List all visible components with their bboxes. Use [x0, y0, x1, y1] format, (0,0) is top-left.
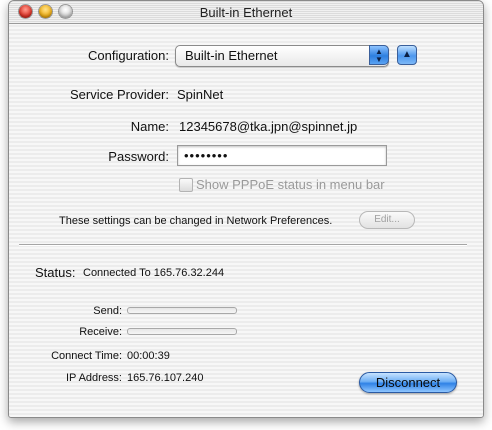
- collapse-triangle-button[interactable]: ▲: [397, 45, 417, 65]
- ppp-window: Built-in Ethernet Configuration: Built-i…: [8, 0, 484, 418]
- status-label: Status:: [35, 265, 76, 280]
- separator: [19, 244, 467, 246]
- password-label: Password:: [108, 149, 169, 164]
- password-field[interactable]: ••••••••: [177, 145, 387, 166]
- disconnect-button[interactable]: Disconnect: [359, 372, 457, 393]
- name-label: Name:: [130, 119, 169, 134]
- configuration-label: Configuration:: [88, 48, 169, 63]
- receive-level-bar: [127, 328, 237, 335]
- connect-time-label: Connect Time:: [51, 350, 122, 362]
- name-value: 12345678@tka.jpn@spinnet.jp: [179, 119, 358, 134]
- service-provider-value: SpinNet: [177, 87, 224, 102]
- send-label: Send:: [93, 305, 122, 317]
- pppoe-status-label: Show PPPoE status in menu bar: [196, 177, 385, 192]
- ip-address-label: IP Address:: [65, 372, 122, 384]
- window-title: Built-in Ethernet: [199, 5, 293, 20]
- pppoe-status-checkbox[interactable]: [179, 178, 193, 192]
- service-provider-label: Service Provider:: [70, 87, 169, 102]
- receive-label: Receive:: [79, 326, 122, 338]
- send-level-bar: [127, 307, 237, 314]
- popup-arrows-icon: ▲ ▼: [369, 45, 389, 65]
- ip-address-value: 165.76.107.240: [127, 372, 204, 384]
- status-value: Connected To 165.76.32.244: [83, 267, 225, 279]
- triangle-up-icon: ▲: [402, 49, 412, 60]
- connect-time-value: 00:00:39: [127, 350, 170, 362]
- edit-button[interactable]: Edit...: [359, 211, 415, 229]
- network-preferences-note: These settings can be changed in Network…: [59, 215, 333, 227]
- configuration-value: Built-in Ethernet: [185, 48, 278, 63]
- title-bar[interactable]: Built-in Ethernet: [9, 1, 483, 24]
- configuration-popup[interactable]: Built-in Ethernet ▲ ▼: [175, 45, 389, 67]
